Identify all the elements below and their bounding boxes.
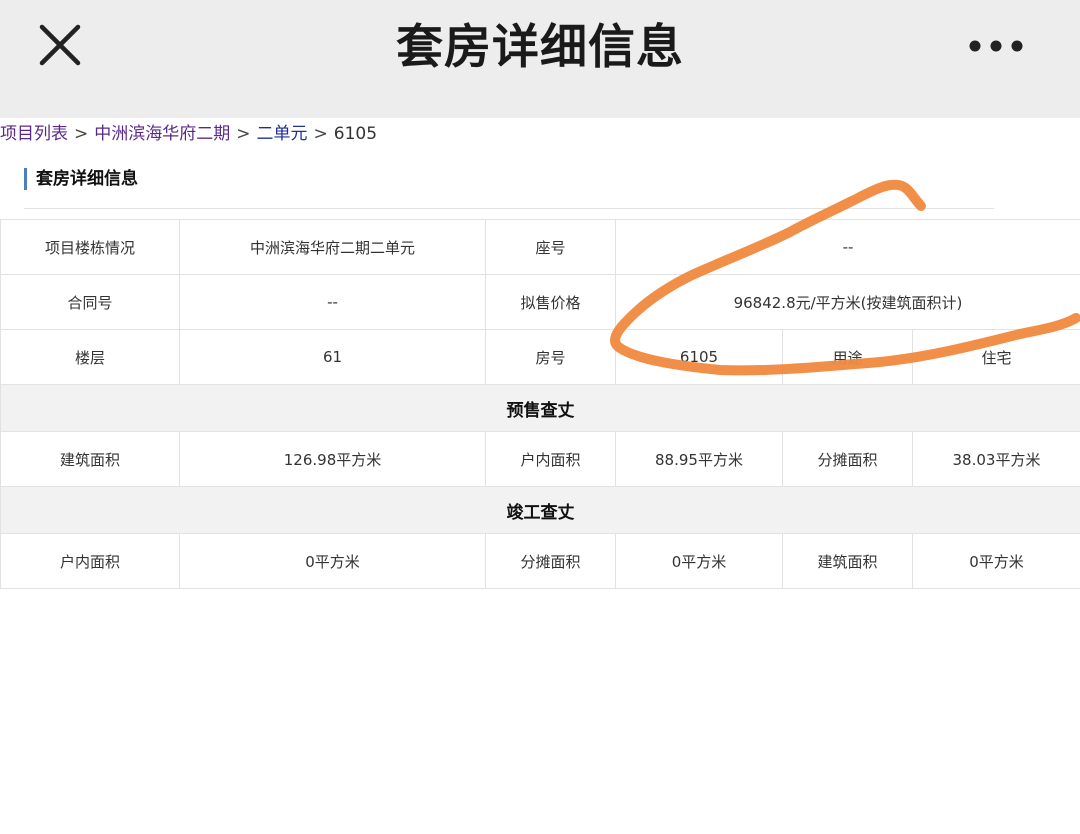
table-subheader: 竣工查丈 [0,486,1080,534]
value-contract-no: -- [179,274,486,330]
table-row: 项目楼栋情况 中洲滨海华府二期二单元 座号 -- [0,219,1080,275]
table-row: 楼层 61 房号 6105 用途 住宅 [0,329,1080,385]
label-contract-no: 合同号 [0,274,180,330]
more-horizontal-icon [969,40,1023,52]
value-presale-building-area: 126.98平方米 [179,431,486,487]
table-row: 建筑面积 126.98平方米 户内面积 88.95平方米 分摊面积 38.03平… [0,431,1080,487]
breadcrumb-separator: > [74,124,89,144]
label-price: 拟售价格 [485,274,616,330]
value-seat-no: -- [615,219,1080,275]
breadcrumb-project[interactable]: 中洲滨海华府二期 [94,124,230,144]
label-completion-shared-area: 分摊面积 [485,533,616,589]
close-button[interactable] [30,18,90,74]
top-nav-bar: 套房详细信息 [0,0,1080,118]
value-presale-shared-area: 38.03平方米 [912,431,1080,487]
table-row: 户内面积 0平方米 分摊面积 0平方米 建筑面积 0平方米 [0,533,1080,589]
value-completion-building-area: 0平方米 [912,533,1080,589]
value-presale-indoor-area: 88.95平方米 [615,431,783,487]
close-icon [39,24,81,66]
label-building: 项目楼栋情况 [0,219,180,275]
label-presale-indoor-area: 户内面积 [485,431,616,487]
label-floor: 楼层 [0,329,180,385]
page-title: 套房详细信息 [396,20,684,75]
value-completion-shared-area: 0平方米 [615,533,783,589]
value-usage: 住宅 [912,329,1080,385]
unit-info-table: 项目楼栋情况 中洲滨海华府二期二单元 座号 -- 合同号 -- 拟售价格 968… [0,219,1080,589]
breadcrumb-unit[interactable]: 二单元 [257,124,308,144]
label-room-no: 房号 [485,329,616,385]
completion-survey-header: 竣工查丈 [0,486,1080,534]
value-floor: 61 [179,329,486,385]
label-completion-indoor-area: 户内面积 [0,533,180,589]
label-seat-no: 座号 [485,219,616,275]
breadcrumb: 项目列表 > 中洲滨海华府二期 > 二单元 >6105 [0,122,377,146]
value-building: 中洲滨海华府二期二单元 [179,219,486,275]
breadcrumb-separator: > [313,124,328,144]
more-options-button[interactable] [958,24,1034,68]
breadcrumb-current: 6105 [333,124,378,144]
breadcrumb-project-list[interactable]: 项目列表 [0,124,68,144]
table-row: 合同号 -- 拟售价格 96842.8元/平方米(按建筑面积计) [0,274,1080,330]
label-presale-shared-area: 分摊面积 [782,431,913,487]
label-presale-building-area: 建筑面积 [0,431,180,487]
breadcrumb-separator: > [236,124,251,144]
label-completion-building-area: 建筑面积 [782,533,913,589]
divider [24,208,994,209]
presale-survey-header: 预售查丈 [0,384,1080,432]
label-usage: 用途 [782,329,913,385]
value-completion-indoor-area: 0平方米 [179,533,486,589]
value-room-no: 6105 [615,329,783,385]
table-subheader: 预售查丈 [0,384,1080,432]
value-price: 96842.8元/平方米(按建筑面积计) [615,274,1080,330]
section-title: 套房详细信息 [24,168,138,190]
